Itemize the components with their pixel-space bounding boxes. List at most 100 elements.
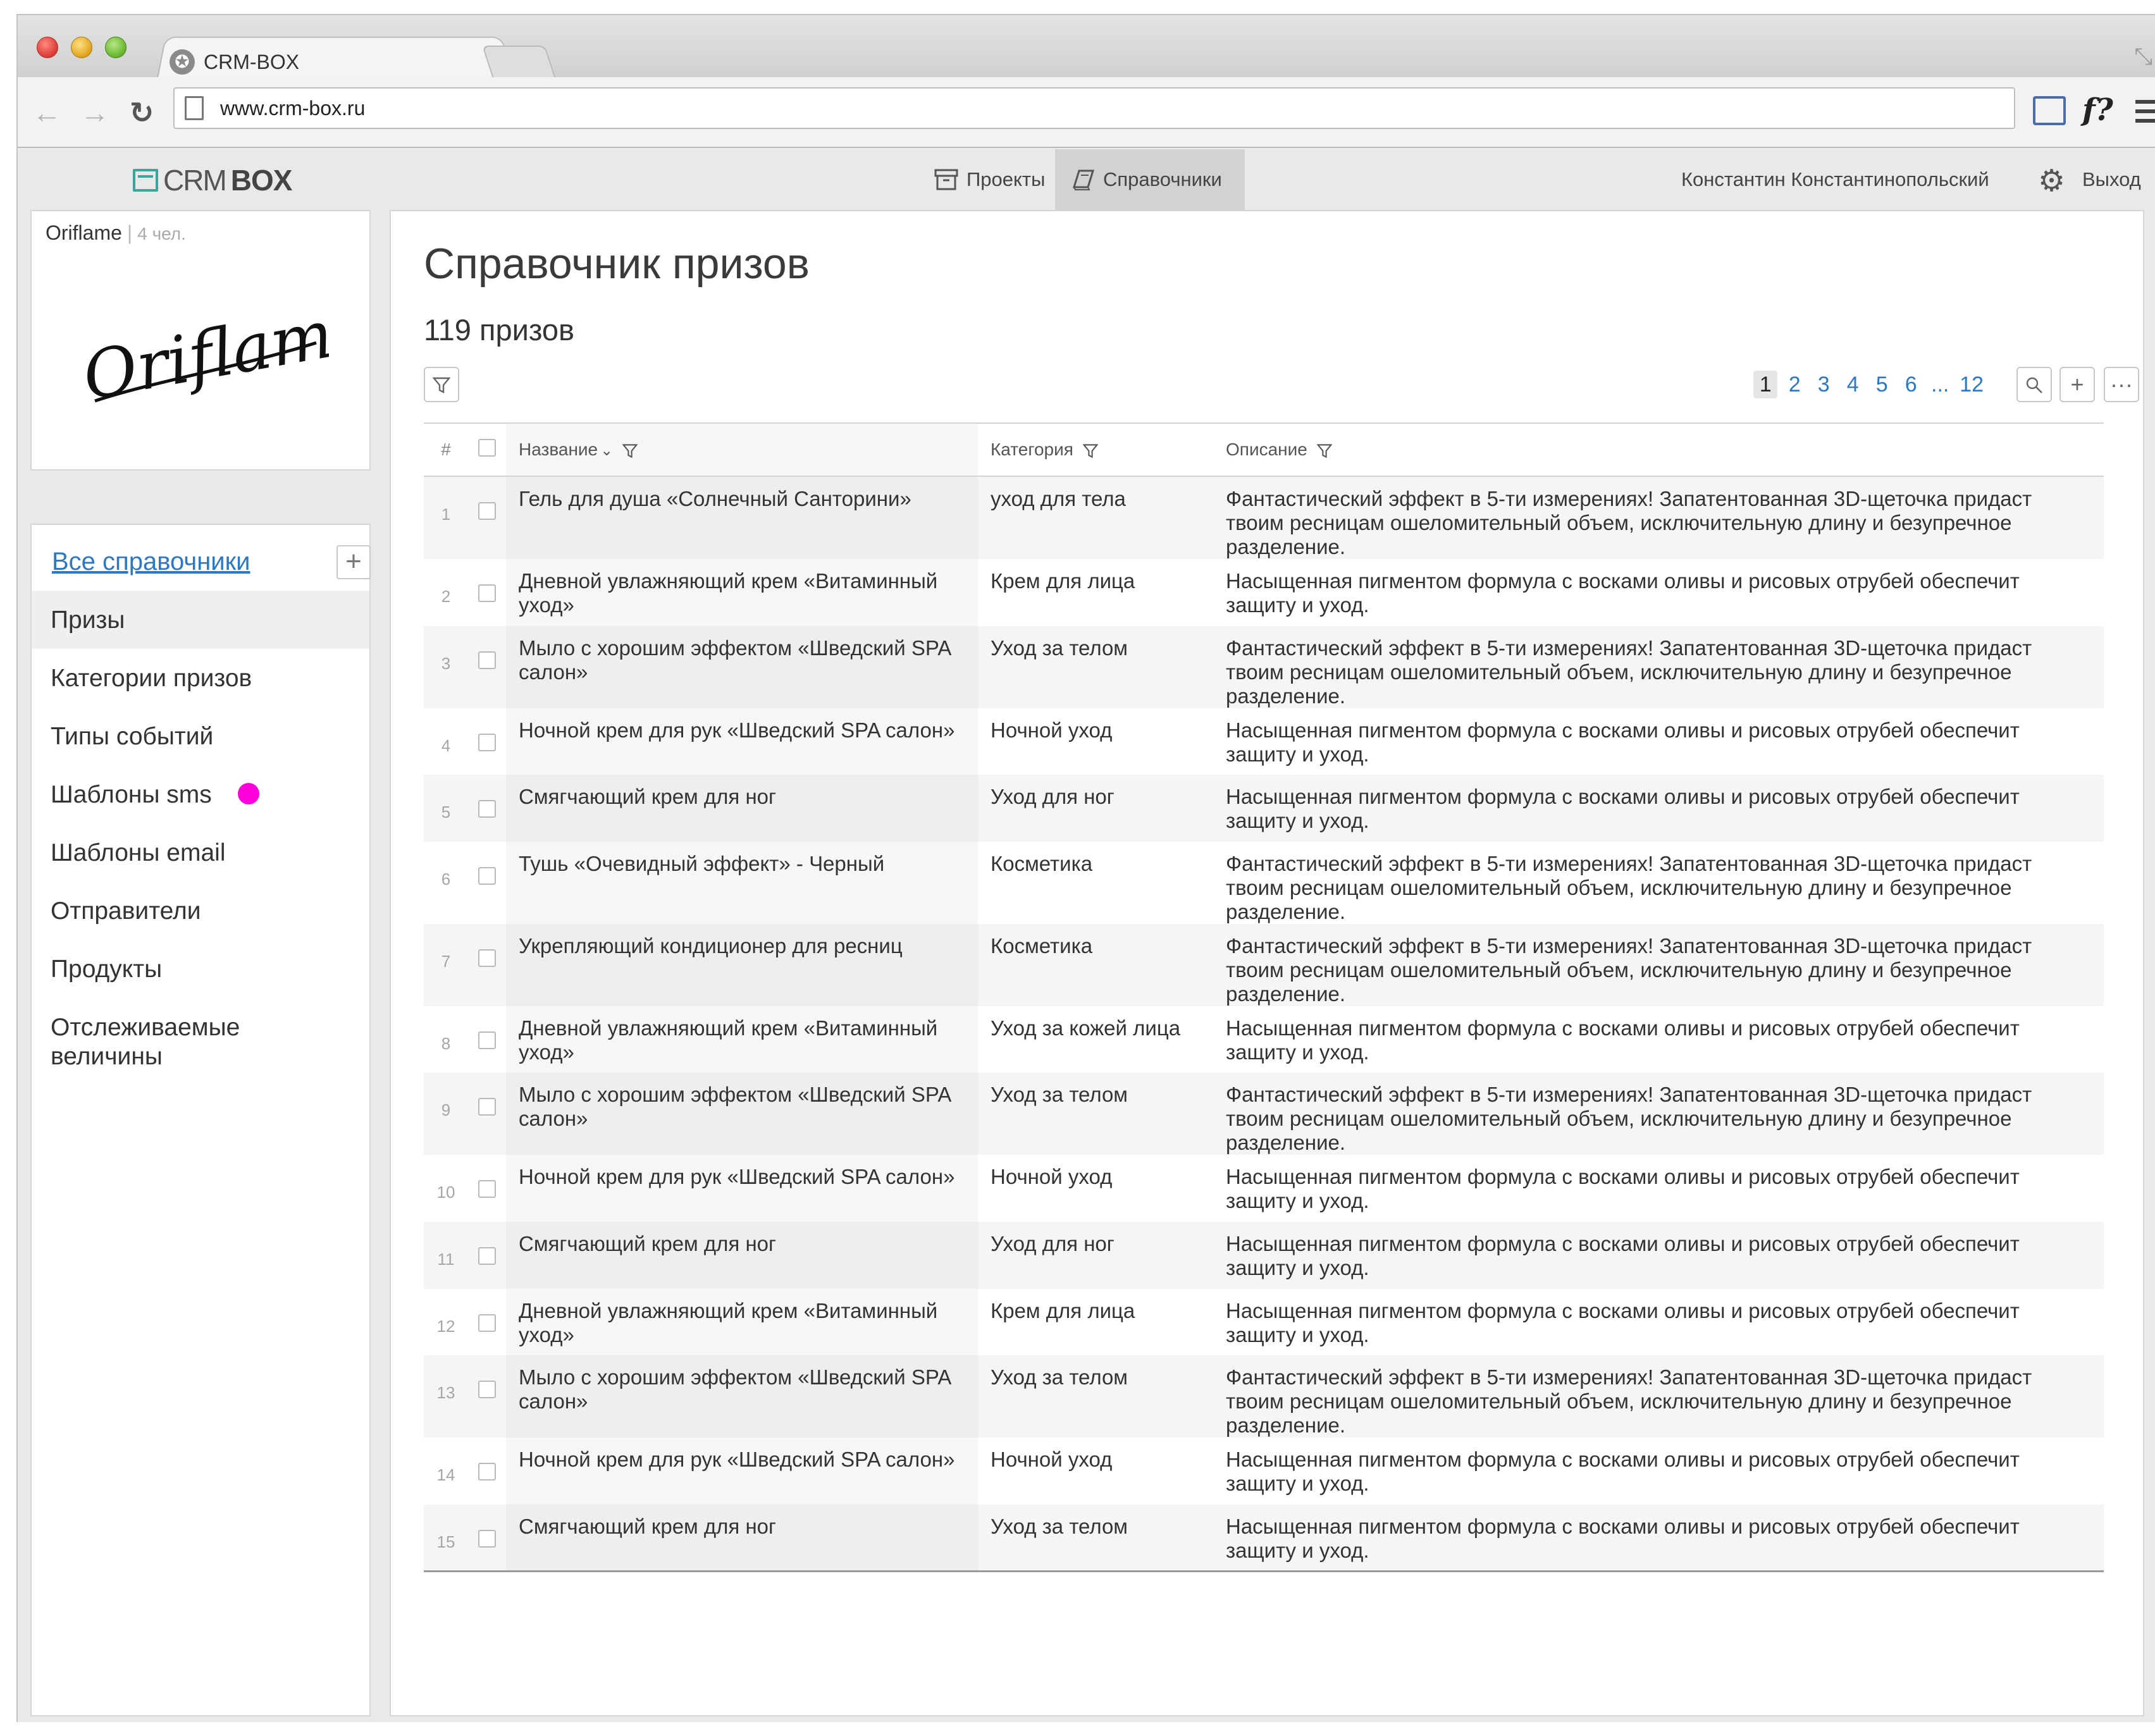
prize-name[interactable]: Дневной увлажняющий крем «Витаминный ухо… bbox=[506, 1288, 978, 1356]
column-header-category[interactable]: Категория bbox=[978, 422, 1213, 477]
table-row[interactable]: 9 Мыло с хорошим эффектом «Шведский SPA … bbox=[424, 1073, 2104, 1155]
sidebar-item-prizes[interactable]: Призы bbox=[32, 591, 369, 649]
row-checkbox[interactable] bbox=[478, 866, 496, 885]
table-row[interactable]: 4 Ночной крем для рук «Шведский SPA сало… bbox=[424, 708, 2104, 775]
page-1[interactable]: 1 bbox=[1753, 371, 1778, 398]
prize-name[interactable]: Дневной увлажняющий крем «Витаминный ухо… bbox=[506, 559, 978, 626]
table-row[interactable]: 2 Дневной увлажняющий крем «Витаминный у… bbox=[424, 559, 2104, 626]
nav-projects-label: Проекты bbox=[966, 168, 1046, 190]
logout-link[interactable]: Выход bbox=[2082, 168, 2141, 191]
row-checkbox[interactable] bbox=[478, 1314, 496, 1332]
browser-menu-icon[interactable] bbox=[2135, 100, 2155, 123]
table-row[interactable]: 7 Укрепляющий кондиционер для ресниц Кос… bbox=[424, 923, 2104, 1006]
app-logo[interactable]: CRM BOX bbox=[133, 163, 292, 197]
row-checkbox[interactable] bbox=[478, 800, 496, 818]
sidebar-item-email-templates[interactable]: Шаблоны email bbox=[32, 823, 369, 882]
prize-count: 119 призов bbox=[424, 313, 574, 347]
sidebar-item-senders[interactable]: Отправители bbox=[32, 882, 369, 940]
sidebar-item-prize-categories[interactable]: Категории призов bbox=[32, 649, 369, 707]
row-checkbox[interactable] bbox=[478, 1180, 496, 1198]
row-number: 13 bbox=[424, 1355, 468, 1438]
row-checkbox[interactable] bbox=[478, 733, 496, 751]
row-checkbox[interactable] bbox=[478, 949, 496, 967]
table-row[interactable]: 15 Смягчающий крем для ног Уход за телом… bbox=[424, 1504, 2104, 1572]
prize-name[interactable]: Мыло с хорошим эффектом «Шведский SPA са… bbox=[506, 1073, 978, 1155]
prize-name[interactable]: Смягчающий крем для ног bbox=[506, 1221, 978, 1289]
address-bar[interactable]: www.crm-box.ru bbox=[173, 87, 2015, 129]
close-window-button[interactable] bbox=[37, 37, 58, 58]
filter-icon[interactable] bbox=[622, 443, 638, 459]
forward-button[interactable]: → bbox=[77, 95, 113, 130]
page-6[interactable]: 6 bbox=[1899, 371, 1923, 398]
prize-name[interactable]: Укрепляющий кондиционер для ресниц bbox=[506, 923, 978, 1006]
search-button[interactable] bbox=[2016, 367, 2052, 402]
table-row[interactable]: 10 Ночной крем для рук «Шведский SPA сал… bbox=[424, 1155, 2104, 1222]
org-name[interactable]: Oriflame bbox=[46, 221, 122, 244]
fullscreen-icon[interactable]: ⤡ bbox=[2134, 43, 2152, 70]
prize-name[interactable]: Гель для душа «Солнечный Санторини» bbox=[506, 476, 978, 559]
page-12[interactable]: 12 bbox=[1957, 371, 1986, 398]
filter-button[interactable] bbox=[424, 367, 459, 402]
table-row[interactable]: 3 Мыло с хорошим эффектом «Шведский SPA … bbox=[424, 625, 2104, 708]
cast-icon[interactable] bbox=[2033, 96, 2066, 125]
table-row[interactable]: 5 Смягчающий крем для ног Уход для ног Н… bbox=[424, 775, 2104, 842]
row-checkbox[interactable] bbox=[478, 1529, 496, 1548]
user-name[interactable]: Константин Константинопольский bbox=[1681, 168, 1989, 191]
extension-icon[interactable]: f? bbox=[2082, 92, 2113, 128]
filter-icon[interactable] bbox=[1082, 443, 1099, 459]
all-references-link[interactable]: Все справочники bbox=[52, 548, 250, 576]
prize-name[interactable]: Мыло с хорошим эффектом «Шведский SPA са… bbox=[506, 1355, 978, 1438]
row-checkbox[interactable] bbox=[478, 651, 496, 669]
prize-name[interactable]: Дневной увлажняющий крем «Витаминный ухо… bbox=[506, 1006, 978, 1073]
browser-tab-content[interactable]: ✪ CRM-BOX bbox=[170, 48, 299, 76]
column-header-name[interactable]: Название ⌄ bbox=[506, 422, 978, 477]
row-checkbox[interactable] bbox=[478, 1381, 496, 1399]
row-checkbox[interactable] bbox=[478, 1098, 496, 1116]
sidebar-item-tracked-values[interactable]: Отслеживаемые величины bbox=[32, 998, 369, 1079]
prize-name[interactable]: Ночной крем для рук «Шведский SPA салон» bbox=[506, 1437, 978, 1505]
sidebar-item-event-types[interactable]: Типы событий bbox=[32, 707, 369, 765]
add-reference-button[interactable]: + bbox=[337, 545, 371, 579]
table-row[interactable]: 6 Тушь «Очевидный эффект» - Черный Косме… bbox=[424, 841, 2104, 924]
prize-name[interactable]: Мыло с хорошим эффектом «Шведский SPA са… bbox=[506, 625, 978, 708]
sort-chevron-icon[interactable]: ⌄ bbox=[600, 441, 613, 460]
page-3[interactable]: 3 bbox=[1812, 371, 1836, 398]
table-row[interactable]: 1 Гель для душа «Солнечный Санторини» ух… bbox=[424, 476, 2104, 559]
row-checkbox[interactable] bbox=[478, 1031, 496, 1049]
column-header-description[interactable]: Описание bbox=[1213, 422, 2104, 477]
table-row[interactable]: 14 Ночной крем для рук «Шведский SPA сал… bbox=[424, 1437, 2104, 1505]
row-checkbox[interactable] bbox=[478, 502, 496, 520]
prize-name[interactable]: Тушь «Очевидный эффект» - Черный bbox=[506, 841, 978, 924]
select-all-checkbox[interactable] bbox=[478, 438, 496, 457]
prize-name[interactable]: Ночной крем для рук «Шведский SPA салон» bbox=[506, 1155, 978, 1222]
row-checkbox[interactable] bbox=[478, 1463, 496, 1481]
nav-references[interactable]: Справочники bbox=[1055, 149, 1245, 210]
table-row[interactable]: 11 Смягчающий крем для ног Уход для ног … bbox=[424, 1221, 2104, 1289]
prize-name[interactable]: Смягчающий крем для ног bbox=[506, 1504, 978, 1572]
favicon-icon: ✪ bbox=[170, 49, 195, 75]
table-row[interactable]: 13 Мыло с хорошим эффектом «Шведский SPA… bbox=[424, 1355, 2104, 1438]
page-4[interactable]: 4 bbox=[1841, 371, 1865, 398]
page-5[interactable]: 5 bbox=[1870, 371, 1894, 398]
sidebar-item-sms-templates[interactable]: Шаблоны sms bbox=[32, 765, 369, 823]
add-prize-button[interactable]: + bbox=[2059, 367, 2095, 402]
table-row[interactable]: 8 Дневной увлажняющий крем «Витаминный у… bbox=[424, 1006, 2104, 1073]
prize-name[interactable]: Ночной крем для рук «Шведский SPA салон» bbox=[506, 708, 978, 775]
reload-button[interactable]: ↻ bbox=[124, 95, 159, 130]
gear-icon[interactable]: ⚙ bbox=[2038, 163, 2065, 199]
minimize-window-button[interactable] bbox=[71, 37, 92, 58]
prize-category: Косметика bbox=[991, 851, 1093, 875]
prize-name[interactable]: Смягчающий крем для ног bbox=[506, 775, 978, 842]
page-2[interactable]: 2 bbox=[1782, 371, 1806, 398]
more-options-button[interactable]: ··· bbox=[2104, 367, 2139, 402]
page-ellipsis[interactable]: ... bbox=[1928, 371, 1952, 398]
back-button[interactable]: ← bbox=[29, 95, 65, 130]
sidebar-item-products[interactable]: Продукты bbox=[32, 940, 369, 998]
row-checkbox[interactable] bbox=[478, 1247, 496, 1265]
filter-icon[interactable] bbox=[1316, 443, 1333, 459]
zoom-window-button[interactable] bbox=[105, 37, 127, 58]
row-checkbox[interactable] bbox=[478, 584, 496, 602]
nav-projects[interactable]: Проекты bbox=[918, 149, 1060, 210]
new-tab-button[interactable] bbox=[481, 46, 556, 77]
table-row[interactable]: 12 Дневной увлажняющий крем «Витаминный … bbox=[424, 1288, 2104, 1356]
